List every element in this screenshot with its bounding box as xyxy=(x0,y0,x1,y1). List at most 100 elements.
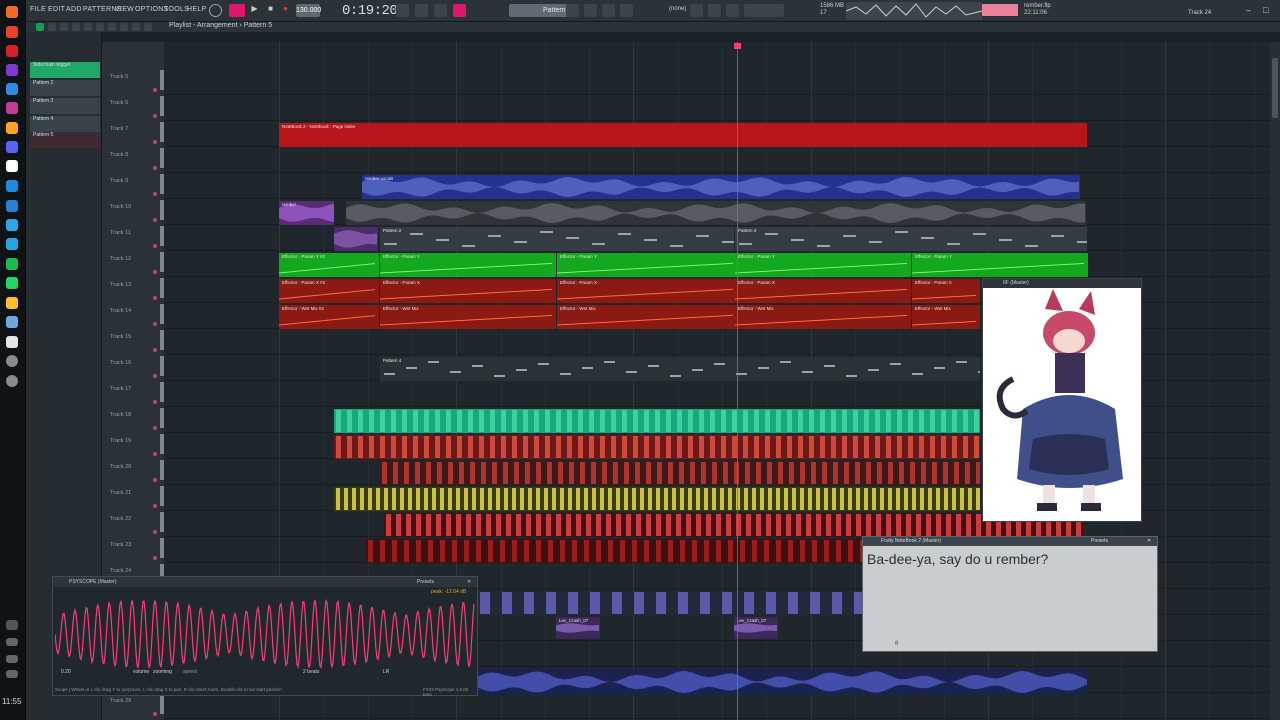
automation-clip[interactable]: Effector - Param X #2 xyxy=(279,279,379,303)
automation-clip[interactable]: Effector - Param X xyxy=(735,279,911,303)
pattern-item[interactable]: Pattern 4 xyxy=(30,116,100,132)
song-time-display[interactable]: 0:19:20 xyxy=(342,3,398,19)
track-name[interactable]: Track 21 xyxy=(110,490,131,496)
audio-clip[interactable]: rember xyxy=(279,201,334,225)
app-icon[interactable] xyxy=(6,297,18,309)
scope-label[interactable]: 0.20 xyxy=(61,669,71,675)
audio-clip[interactable] xyxy=(346,201,1086,225)
audio-clip[interactable] xyxy=(334,227,378,251)
scroll-thumb[interactable] xyxy=(1272,58,1278,118)
track-name[interactable]: Track 11 xyxy=(110,230,131,236)
track-mute-led[interactable] xyxy=(153,166,157,170)
close-icon[interactable]: ✕ xyxy=(1147,537,1151,546)
track-name[interactable]: Track 16 xyxy=(110,360,131,366)
automation-clip[interactable]: Effector - Wet Mix xyxy=(735,305,911,329)
close-icon[interactable] xyxy=(726,4,739,17)
psyscope-titlebar[interactable]: PSYSCOPE (Master) Presets ✕ xyxy=(53,577,477,587)
vocal-audio-clip[interactable]: rember vocals xyxy=(362,175,1080,199)
track-mute-led[interactable] xyxy=(153,452,157,456)
app-icon[interactable] xyxy=(6,64,18,76)
mixer-icon[interactable] xyxy=(620,4,633,17)
fl-studio-icon[interactable] xyxy=(6,122,18,134)
magnet-icon[interactable] xyxy=(36,23,44,31)
track-name[interactable]: Track 6 xyxy=(110,100,128,106)
playlist-icon[interactable] xyxy=(566,4,579,17)
track-name[interactable]: Track 17 xyxy=(110,386,131,392)
vertical-scrollbar[interactable] xyxy=(1270,42,1280,720)
track-name[interactable]: Track 13 xyxy=(110,282,131,288)
telegram-icon[interactable] xyxy=(6,238,18,250)
track-mute-led[interactable] xyxy=(153,322,157,326)
track-name[interactable]: Track 8 xyxy=(110,152,128,158)
track-name[interactable]: Track 12 xyxy=(110,256,131,262)
picture-plugin-window[interactable]: IIF (Master) xyxy=(982,278,1142,522)
track-name[interactable]: Track 14 xyxy=(110,308,131,314)
spotify-icon[interactable] xyxy=(6,258,18,270)
keyboard-icon[interactable] xyxy=(6,670,18,678)
automation-clip[interactable]: Effector - Wet Mix #2 xyxy=(279,305,379,329)
pattern-clip[interactable]: Pattern 2 xyxy=(380,227,734,251)
track-mute-led[interactable] xyxy=(153,140,157,144)
track-name[interactable]: Track 9 xyxy=(110,178,128,184)
pattern-clip[interactable] xyxy=(334,435,980,459)
chevron-icon[interactable] xyxy=(6,620,18,630)
app-icon[interactable] xyxy=(6,316,18,328)
pattern-clip[interactable] xyxy=(334,487,980,511)
track-mute-led[interactable] xyxy=(153,530,157,534)
track-name[interactable]: Track 23 xyxy=(110,542,131,548)
playhead-handle[interactable] xyxy=(734,43,741,49)
app-icon[interactable] xyxy=(6,355,18,367)
menu-edit[interactable]: EDIT xyxy=(48,6,65,13)
automation-clip[interactable]: Effector - Param X xyxy=(912,279,980,303)
slip-icon[interactable] xyxy=(96,23,104,31)
automation-clip[interactable]: Effector - Wet Mix xyxy=(380,305,556,329)
app-icon[interactable] xyxy=(6,160,18,172)
pattern-clip[interactable] xyxy=(380,461,980,485)
automation-clip[interactable]: Effector - Param X xyxy=(557,279,735,303)
psyscope-window[interactable]: PSYSCOPE (Master) Presets ✕ peak: -12.04… xyxy=(52,576,478,697)
output-selector[interactable]: (none) xyxy=(669,6,686,12)
scope-label[interactable]: volume xyxy=(133,669,149,675)
app-icon[interactable] xyxy=(6,26,18,38)
presets-button[interactable]: Presets xyxy=(417,577,434,587)
slice-icon[interactable] xyxy=(108,23,116,31)
app-icon[interactable] xyxy=(6,375,18,387)
delete-icon[interactable] xyxy=(72,23,80,31)
automation-clip[interactable]: Effector - Wet Mix xyxy=(912,305,980,329)
menu-help[interactable]: HELP xyxy=(187,6,207,13)
audio-clip[interactable] xyxy=(478,669,1088,695)
vscode-icon[interactable] xyxy=(6,200,18,212)
track-mute-led[interactable] xyxy=(153,712,157,716)
track-mute-led[interactable] xyxy=(153,348,157,352)
scope-label[interactable]: 2 beats xyxy=(303,669,319,675)
minimize-icon[interactable]: – xyxy=(1246,5,1251,15)
piano-roll-icon[interactable] xyxy=(584,4,597,17)
app-icon[interactable] xyxy=(6,102,18,114)
app-icon[interactable] xyxy=(6,83,18,95)
menu-add[interactable]: ADD xyxy=(66,6,82,13)
tool-icon[interactable] xyxy=(690,4,703,17)
track-mute-led[interactable] xyxy=(153,400,157,404)
track-mute-led[interactable] xyxy=(153,218,157,222)
playback-icon[interactable] xyxy=(144,23,152,31)
track-name[interactable]: Track 10 xyxy=(110,204,131,210)
notebook-text[interactable]: Ba-dee-ya, say do u rember? xyxy=(867,551,1048,567)
track-mute-led[interactable] xyxy=(153,192,157,196)
track-mute-led[interactable] xyxy=(153,504,157,508)
track-mute-led[interactable] xyxy=(153,244,157,248)
notebook-automation-clip[interactable]: NoteBook 2 - Notebook - Page index xyxy=(279,123,1087,147)
audio-clip[interactable]: Lev_Crash_07 xyxy=(556,617,600,639)
track-mute-led[interactable] xyxy=(153,88,157,92)
pattern-item[interactable]: Pattern 3 xyxy=(30,98,100,114)
pattern-clip[interactable] xyxy=(366,539,862,563)
close-icon[interactable]: ✕ xyxy=(467,577,471,587)
automation-clip[interactable]: Effector - Param Y xyxy=(557,253,735,277)
scope-label[interactable]: speed xyxy=(183,669,197,675)
pencil-icon[interactable] xyxy=(48,23,56,31)
pattern-song-toggle[interactable] xyxy=(229,4,245,17)
track-name[interactable]: Track 18 xyxy=(110,412,131,418)
app-icon[interactable] xyxy=(6,180,18,192)
audio-clip[interactable]: Lev_Crash_07 xyxy=(734,617,778,639)
presets-button[interactable]: Presets xyxy=(1091,537,1108,546)
scope-label[interactable]: zooming xyxy=(153,669,172,675)
